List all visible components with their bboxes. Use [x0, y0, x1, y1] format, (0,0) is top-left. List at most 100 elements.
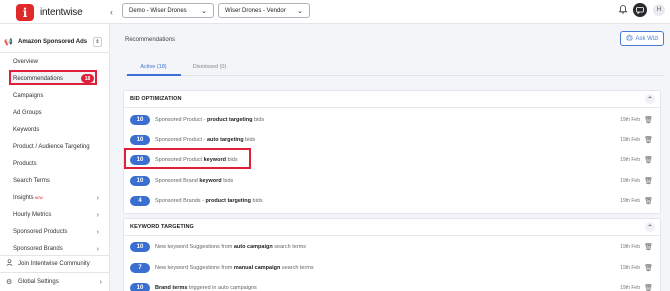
- intentwise-logo[interactable]: i intentwise: [16, 4, 83, 21]
- sidebar-item-recommendations[interactable]: Recommendations 18: [13, 73, 96, 85]
- chevron-right-icon: ›: [96, 211, 99, 219]
- recommendation-date: 19th Feb: [620, 285, 640, 291]
- count-pill: 10: [130, 176, 150, 186]
- recommendation-row[interactable]: 7 New keyword Suggestions from manual ca…: [130, 261, 656, 275]
- sidebar-item-label: Search Terms: [13, 178, 50, 184]
- recommendation-row[interactable]: 10 Sponsored Product - auto targeting bi…: [130, 133, 656, 147]
- count-badge: 18: [81, 74, 94, 83]
- chevron-right-icon: ›: [96, 228, 99, 236]
- recommendation-text: Sponsored Brand keyword bids: [155, 178, 234, 184]
- divider: [0, 255, 110, 256]
- sidebar-item-hourly-metrics[interactable]: Hourly Metrics ›: [13, 209, 99, 221]
- megaphone-icon: 📢: [4, 39, 13, 46]
- count-pill: 10: [130, 115, 150, 125]
- user-icon: [6, 259, 15, 268]
- module-name: Amazon Sponsored Ads: [18, 39, 88, 45]
- keyword-targeting-section: KEYWORD TARGETING ⌃ 10 New keyword Sugge…: [123, 218, 661, 291]
- recommendation-date: 19th Feb: [620, 265, 640, 271]
- sidebar-item-label: Recommendations: [13, 76, 64, 82]
- expand-toggle-icon[interactable]: ⇕: [93, 37, 102, 47]
- sidebar-item-label: Products: [13, 161, 37, 167]
- account-dropdown[interactable]: Demo - Wiser Drones ⌄: [122, 3, 214, 18]
- sidebar-item-keywords[interactable]: Keywords: [13, 124, 98, 136]
- trash-icon[interactable]: 🗑: [644, 284, 653, 291]
- section-header[interactable]: KEYWORD TARGETING ⌃: [124, 219, 660, 236]
- count-pill: 7: [130, 263, 150, 273]
- account-dropdown-value: Demo - Wiser Drones: [129, 7, 187, 14]
- recommendation-date: 19th Feb: [620, 157, 640, 163]
- sidebar-item-insights[interactable]: Insights NEW ›: [13, 192, 99, 204]
- sidebar: 📢 Amazon Sponsored Ads ⇕ Overview Recomm…: [0, 24, 110, 291]
- sidebar-item-campaigns[interactable]: Campaigns: [13, 90, 98, 102]
- section-header[interactable]: BID OPTIMIZATION ⌃: [124, 91, 660, 108]
- count-pill: 10: [130, 135, 150, 145]
- robot-icon: [626, 34, 633, 43]
- gear-icon: ⚙: [6, 279, 13, 286]
- recommendation-row[interactable]: 10 Sponsored Brand keyword bids 19th Feb…: [130, 174, 656, 188]
- global-settings-link[interactable]: ⚙ Global Settings ›: [6, 278, 104, 287]
- sidebar-item-search-terms[interactable]: Search Terms: [13, 175, 98, 187]
- sidebar-item-sponsored-brands[interactable]: Sponsored Brands ›: [13, 243, 99, 255]
- chevron-up-icon[interactable]: ⌃: [645, 222, 655, 232]
- sidebar-item-label: Hourly Metrics: [13, 212, 52, 218]
- new-tag: NEW: [34, 196, 43, 200]
- sidebar-item-overview[interactable]: Overview: [13, 56, 98, 68]
- logo-text: intentwise: [40, 7, 83, 18]
- sidebar-item-ad-groups[interactable]: Ad Groups: [13, 107, 98, 119]
- chevron-up-icon[interactable]: ⌃: [645, 94, 655, 104]
- recommendation-text: New keyword Suggestions from auto campai…: [155, 244, 307, 250]
- recommendation-date: 19th Feb: [620, 137, 640, 143]
- tabs-divider: [125, 75, 665, 76]
- chevron-down-icon: ⌄: [201, 7, 207, 15]
- recommendation-row[interactable]: 4 Sponsored Brands - product targeting b…: [130, 194, 656, 208]
- recommendation-date: 19th Feb: [620, 198, 640, 204]
- recommendation-date: 19th Feb: [620, 244, 640, 250]
- sidebar-item-products[interactable]: Products: [13, 158, 98, 170]
- trash-icon[interactable]: 🗑: [644, 264, 653, 272]
- recommendation-row[interactable]: 10 Sponsored Product - product targeting…: [130, 113, 656, 127]
- chat-icon[interactable]: [633, 3, 647, 17]
- profile-dropdown-value: Wiser Drones - Vendor: [225, 7, 286, 14]
- trash-icon[interactable]: 🗑: [644, 116, 653, 124]
- chevron-left-icon[interactable]: ‹: [110, 7, 113, 17]
- recommendation-row[interactable]: 10 Brand terms triggered in auto campaig…: [130, 281, 656, 291]
- trash-icon[interactable]: 🗑: [644, 197, 653, 205]
- tab-dismissed[interactable]: Dismissed (0): [182, 64, 237, 70]
- bell-icon[interactable]: [618, 5, 628, 16]
- recommendation-text: Brand terms triggered in auto campaigns: [155, 285, 257, 291]
- trash-icon[interactable]: 🗑: [644, 136, 653, 144]
- sidebar-item-label: Sponsored Brands: [13, 246, 63, 252]
- chevron-right-icon: ›: [96, 245, 99, 253]
- global-settings-label: Global Settings: [18, 279, 59, 285]
- trash-icon[interactable]: 🗑: [644, 177, 653, 185]
- sidebar-item-label: Overview: [13, 59, 39, 65]
- sidebar-item-sponsored-products[interactable]: Sponsored Products ›: [13, 226, 99, 238]
- recommendation-date: 19th Feb: [620, 117, 640, 123]
- sidebar-item-label: Campaigns: [13, 93, 44, 99]
- trash-icon[interactable]: 🗑: [644, 156, 653, 164]
- ask-wizi-label: Ask Wizi: [635, 35, 659, 42]
- sidebar-item-label: Product / Audience Targeting: [13, 144, 90, 150]
- section-title: KEYWORD TARGETING: [130, 224, 194, 230]
- count-pill: 10: [130, 283, 150, 291]
- profile-dropdown[interactable]: Wiser Drones - Vendor ⌄: [218, 3, 310, 18]
- count-pill: 10: [130, 242, 150, 252]
- count-pill: 4: [130, 196, 150, 206]
- community-link[interactable]: Join Intentwise Community: [6, 259, 104, 268]
- recommendation-row[interactable]: 10 New keyword Suggestions from auto cam…: [130, 240, 656, 254]
- logo-mark: i: [16, 4, 34, 21]
- recommendation-text: New keyword Suggestions from manual camp…: [155, 265, 314, 271]
- recommendation-text: Sponsored Product - auto targeting bids: [155, 137, 256, 143]
- tab-active[interactable]: Active (18): [126, 64, 181, 70]
- avatar[interactable]: H: [653, 4, 665, 16]
- trash-icon[interactable]: 🗑: [644, 243, 653, 251]
- recommendation-date: 19th Feb: [620, 178, 640, 184]
- chevron-right-icon: ›: [96, 194, 99, 202]
- community-link-label: Join Intentwise Community: [18, 260, 90, 267]
- module-selector[interactable]: 📢 Amazon Sponsored Ads ⇕: [4, 35, 103, 49]
- recommendation-text: Sponsored Product - product targeting bi…: [155, 117, 265, 123]
- sidebar-item-label: Keywords: [13, 127, 40, 133]
- sidebar-item-product-audience-targeting[interactable]: Product / Audience Targeting: [13, 141, 98, 153]
- sidebar-item-label: Ad Groups: [13, 110, 42, 116]
- ask-wizi-button[interactable]: Ask Wizi: [620, 31, 664, 46]
